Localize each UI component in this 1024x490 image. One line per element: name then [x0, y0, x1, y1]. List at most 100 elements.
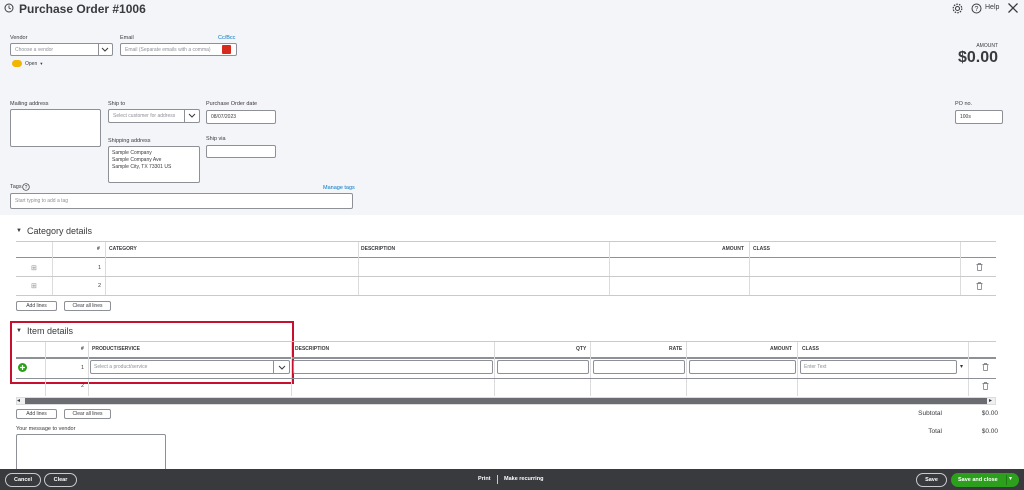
item-col-divider — [590, 342, 591, 396]
item-col-num: # — [81, 346, 84, 352]
email-placeholder: Email (Separate emails with a comma) — [125, 46, 211, 53]
gear-icon[interactable] — [952, 3, 963, 14]
trash-icon[interactable] — [982, 363, 989, 371]
trash-icon[interactable] — [976, 282, 983, 290]
print-link[interactable]: Print — [478, 476, 491, 482]
message-label: Your message to vendor — [16, 426, 76, 432]
help-icon[interactable]: ? — [971, 3, 982, 14]
category-col-class: CLASS — [753, 246, 770, 252]
save-button[interactable]: Save — [916, 473, 947, 487]
footer-divider — [497, 475, 498, 484]
category-header-top-line — [16, 241, 996, 242]
tags-label: Tags — [10, 184, 22, 190]
drag-handle-icon[interactable]: ⊞ — [31, 282, 37, 290]
status-text: Open — [25, 60, 38, 67]
tags-input[interactable]: Start typing to add a tag — [10, 193, 353, 209]
item-details-header[interactable]: ▼ Item details — [16, 326, 73, 336]
ship-to-divider — [184, 109, 185, 123]
email-input[interactable]: Email (Separate emails with a comma) — [120, 43, 237, 56]
shipping-line-2: Sample Company Ave — [112, 157, 162, 163]
ship-to-label: Ship to — [108, 101, 126, 107]
status-badge[interactable]: Open ▾ — [12, 60, 43, 67]
item-col-divider — [686, 342, 687, 396]
email-contact-icon[interactable] — [222, 45, 231, 54]
subtotal-label: Subtotal — [918, 410, 942, 417]
item-details-title: Item details — [26, 326, 73, 336]
trash-icon[interactable] — [982, 382, 989, 390]
po-date-input[interactable]: 08/07/2023 — [206, 110, 276, 124]
caret-down-icon[interactable]: ▾ — [1009, 475, 1012, 482]
item-col-product: PRODUCT/SERVICE — [92, 346, 140, 352]
category-col-divider — [960, 242, 961, 296]
status-dot-icon — [12, 60, 22, 67]
scrollbar-thumb[interactable] — [25, 398, 987, 404]
item-class-input[interactable]: Enter Text — [800, 360, 957, 374]
ship-to-select[interactable]: Select customer for address — [108, 109, 200, 123]
po-no-label: PO no. — [955, 101, 973, 107]
shipping-line-3: Sample City, TX 73301 US — [112, 164, 172, 170]
product-placeholder: Select a product/service — [94, 364, 148, 370]
info-icon[interactable]: ? — [22, 183, 30, 191]
shipping-address-field[interactable]: Sample Company Sample Company Ave Sample… — [108, 146, 200, 183]
scroll-right-icon[interactable]: ▸ — [989, 397, 992, 404]
category-col-divider — [105, 242, 106, 296]
close-icon[interactable] — [1007, 2, 1019, 14]
category-col-divider — [609, 242, 610, 296]
category-row-line — [16, 276, 996, 277]
item-row-num: 1 — [81, 365, 85, 371]
save-and-close-button[interactable]: Save and close ▾ — [951, 473, 1019, 487]
add-row-icon[interactable] — [18, 363, 27, 372]
ship-via-input[interactable] — [206, 145, 276, 158]
item-header-top-line — [16, 341, 996, 342]
clear-button[interactable]: Clear — [44, 473, 77, 487]
item-qty-input[interactable] — [497, 360, 589, 374]
caret-down-icon: ▾ — [40, 60, 43, 66]
product-select[interactable]: Select a product/service — [90, 360, 290, 374]
item-description-input[interactable] — [293, 360, 493, 374]
cancel-button[interactable]: Cancel — [5, 473, 41, 487]
ccbcc-link[interactable]: Cc/Bcc — [218, 35, 235, 41]
ship-via-label: Ship via — [206, 136, 226, 142]
help-link[interactable]: Help — [985, 4, 999, 11]
caret-down-icon[interactable]: ▾ — [960, 363, 963, 370]
category-clear-lines-button[interactable]: Clear all lines — [64, 301, 111, 311]
category-header-bottom-line — [16, 257, 996, 258]
item-amount-input[interactable] — [689, 360, 796, 374]
history-icon[interactable] — [4, 3, 14, 13]
po-no-input[interactable]: 100s — [955, 110, 1003, 124]
page-title: Purchase Order #1006 — [19, 2, 146, 16]
item-rate-input[interactable] — [593, 360, 685, 374]
po-date-label: Purchase Order date — [206, 101, 258, 107]
item-col-class: CLASS — [802, 346, 819, 352]
category-col-divider — [358, 242, 359, 296]
subtotal-value: $0.00 — [981, 410, 998, 417]
class-placeholder: Enter Text — [804, 364, 827, 370]
item-add-lines-button[interactable]: Add lines — [16, 409, 57, 419]
chevron-down-icon[interactable] — [188, 112, 196, 119]
vendor-dropdown-divider — [98, 43, 99, 56]
chevron-down-icon[interactable] — [101, 46, 109, 53]
category-col-description: DESCRIPTION — [361, 246, 396, 252]
make-recurring-link[interactable]: Make recurring — [504, 476, 543, 482]
scroll-left-icon[interactable]: ◂ — [17, 397, 20, 404]
category-col-category: CATEGORY — [109, 246, 137, 252]
item-row-num: 2 — [81, 383, 85, 389]
item-clear-lines-button[interactable]: Clear all lines — [64, 409, 111, 419]
category-col-amount: AMOUNT — [722, 246, 744, 252]
mailing-address-field[interactable] — [10, 109, 101, 147]
email-label: Email — [120, 35, 134, 41]
category-col-divider — [52, 242, 53, 296]
item-col-divider — [968, 342, 969, 396]
item-col-divider — [88, 342, 89, 396]
trash-icon[interactable] — [976, 263, 983, 271]
category-add-lines-button[interactable]: Add lines — [16, 301, 57, 311]
chevron-down-icon[interactable] — [278, 364, 286, 371]
item-col-divider — [291, 342, 292, 396]
mailing-address-label: Mailing address — [10, 101, 49, 107]
category-details-header[interactable]: ▼ Category details — [16, 226, 92, 236]
drag-handle-icon[interactable]: ⊞ — [31, 264, 37, 272]
manage-tags-link[interactable]: Manage tags — [323, 185, 355, 191]
total-label: Total — [928, 428, 942, 435]
category-row-line — [16, 295, 996, 296]
message-textarea[interactable] — [16, 434, 166, 474]
